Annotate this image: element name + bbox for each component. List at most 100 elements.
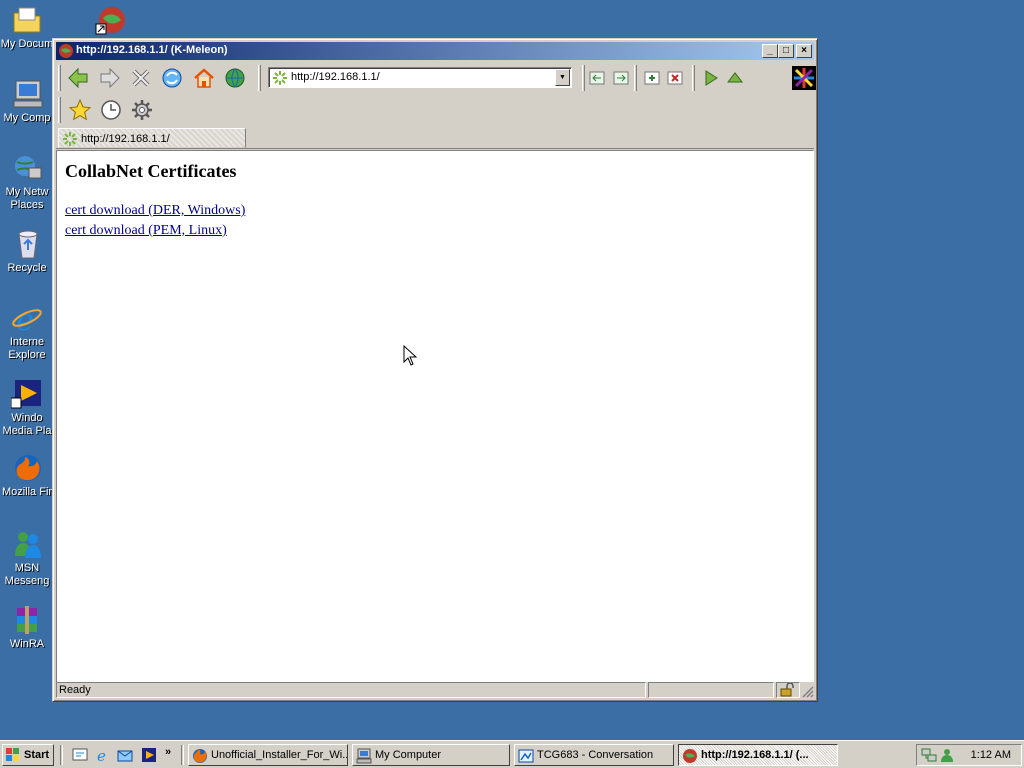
taskbar-item-my-computer[interactable]: My Computer [352,744,510,766]
recycle-bin-icon [11,228,43,260]
k-meleon-icon [58,43,74,59]
scroll-up-icon[interactable] [726,69,744,87]
toolbar-grip[interactable] [58,65,61,91]
desktop-icon-label: Mozilla Fir [1,486,53,498]
desktop-icon-shortcut-app[interactable] [84,4,138,38]
start-button[interactable]: Start [2,744,54,766]
browser-window: http://192.168.1.1/ (K-Meleon) _ □ × htt… [52,38,818,702]
page-loading-icon [272,70,288,86]
desktop-icon-label: Windo Media Pla [2,412,52,437]
taskbar-item-label: My Computer [375,749,442,761]
tab-current[interactable]: http://192.168.1.1/ [58,128,246,148]
history-clock-icon[interactable] [99,98,123,122]
taskbar-item-conversation[interactable]: TCG683 - Conversation [514,744,674,766]
winrar-icon [11,604,43,636]
home-icon[interactable] [192,66,216,90]
k-meleon-icon [682,748,698,764]
desktop-icon-winrar[interactable]: WinRA [0,604,54,651]
desktop-icon-internet-explorer[interactable]: e Interne Explore [0,302,54,362]
next-tab-icon[interactable] [613,70,629,86]
internet-explorer-icon: e [11,302,43,338]
unlocked-padlock-icon [780,682,794,700]
media-player-quicklaunch-icon[interactable] [141,747,157,763]
minimize-button[interactable]: _ [762,44,778,58]
close-tab-icon[interactable] [667,70,683,86]
svg-text:e: e [97,747,106,763]
tab-label: http://192.168.1.1/ [81,133,170,145]
windows-logo-icon [6,748,20,762]
resize-grip-icon[interactable] [800,684,814,698]
toolbar-grip[interactable] [58,97,61,123]
status-bar: Ready [56,682,814,698]
window-title: http://192.168.1.1/ (K-Meleon) [76,44,228,56]
tab-strip: http://192.168.1.1/ [56,126,814,149]
quick-launch-divider [181,745,184,765]
globe-icon[interactable] [223,66,247,90]
close-button[interactable]: × [796,44,812,58]
desktop-icon-my-computer[interactable]: My Comp [0,78,54,125]
cert-download-der-link[interactable]: cert download (DER, Windows) [65,203,245,219]
play-icon[interactable] [702,69,720,87]
desktop-icon-label: WinRA [9,638,45,650]
my-computer-icon [11,78,43,110]
new-tab-icon[interactable] [644,70,660,86]
firefox-icon [11,452,43,484]
desktop-icon-label: My Netw Places [5,186,49,211]
back-icon[interactable] [66,66,90,90]
desktop-icon-my-documents[interactable]: My Docum [0,4,54,51]
desktop-icon-msn-messenger[interactable]: MSN Messeng [0,528,54,588]
taskbar-item-label: http://192.168.1.1/ (... [701,749,809,761]
quick-launch-divider [60,745,63,765]
toolbar-grip[interactable] [692,65,695,91]
media-player-icon [10,378,43,410]
desktop-icon-media-player[interactable]: Windo Media Pla [0,378,54,438]
taskbar-item-installer[interactable]: Unofficial_Installer_For_Wi... [188,744,348,766]
show-desktop-icon[interactable] [72,747,88,763]
reload-icon[interactable] [160,66,184,90]
toolbar-grip[interactable] [634,65,637,91]
outlook-express-icon[interactable] [117,747,133,763]
taskbar: Start e » Unofficial_Installer_For_Wi...… [0,740,1024,768]
page-heading: CollabNet Certificates [65,161,237,181]
msn-messenger-icon [11,528,43,560]
desktop-icon-firefox[interactable]: Mozilla Fir [0,452,54,499]
url-text[interactable]: http://192.168.1.1/ [291,71,380,83]
cert-download-pem-link[interactable]: cert download (PEM, Linux) [65,223,227,239]
network-connection-icon[interactable] [921,747,937,763]
conversation-icon [518,748,534,764]
internet-explorer-quicklaunch-icon[interactable]: e [95,747,111,765]
toolbar-grip[interactable] [582,65,585,91]
status-progress-pane [648,682,774,698]
previous-tab-icon[interactable] [589,70,605,86]
folder-documents-icon [11,4,43,36]
maximize-button[interactable]: □ [778,44,794,58]
my-computer-icon [356,748,372,764]
system-tray: 1:12 AM [916,744,1022,766]
toolbar-grip[interactable] [258,65,261,91]
stop-icon[interactable] [129,66,153,90]
desktop-icon-label: My Comp [3,112,51,124]
status-text: Ready [56,682,646,698]
title-bar[interactable]: http://192.168.1.1/ (K-Meleon) _ □ × [56,42,814,60]
network-places-icon [11,152,43,184]
taskbar-item-label: TCG683 - Conversation [537,749,654,761]
navigation-toolbar: http://192.168.1.1/ ▼ [56,61,816,95]
messenger-status-icon[interactable] [939,747,955,763]
bookmarks-toolbar [56,95,814,126]
desktop-icon-label: My Docum [0,38,54,50]
desktop-icon-recycle-bin[interactable]: Recycle [0,228,54,275]
start-label: Start [24,749,50,761]
taskbar-item-k-meleon[interactable]: http://192.168.1.1/ (... [678,744,838,766]
desktop-icon-label: Recycle [7,262,47,274]
url-bar[interactable]: http://192.168.1.1/ ▼ [268,67,572,88]
desktop-icon-network-places[interactable]: My Netw Places [0,152,54,212]
url-dropdown-button[interactable]: ▼ [555,69,570,86]
bookmarks-star-icon[interactable] [68,98,92,122]
status-security-pane[interactable] [776,682,800,698]
settings-gear-icon[interactable] [130,98,154,122]
shortcut-app-icon [95,4,127,36]
forward-icon[interactable] [98,66,122,90]
quick-launch-overflow-button[interactable]: » [165,746,171,758]
clock[interactable]: 1:12 AM [971,749,1011,761]
taskbar-item-label: Unofficial_Installer_For_Wi... [211,749,348,761]
